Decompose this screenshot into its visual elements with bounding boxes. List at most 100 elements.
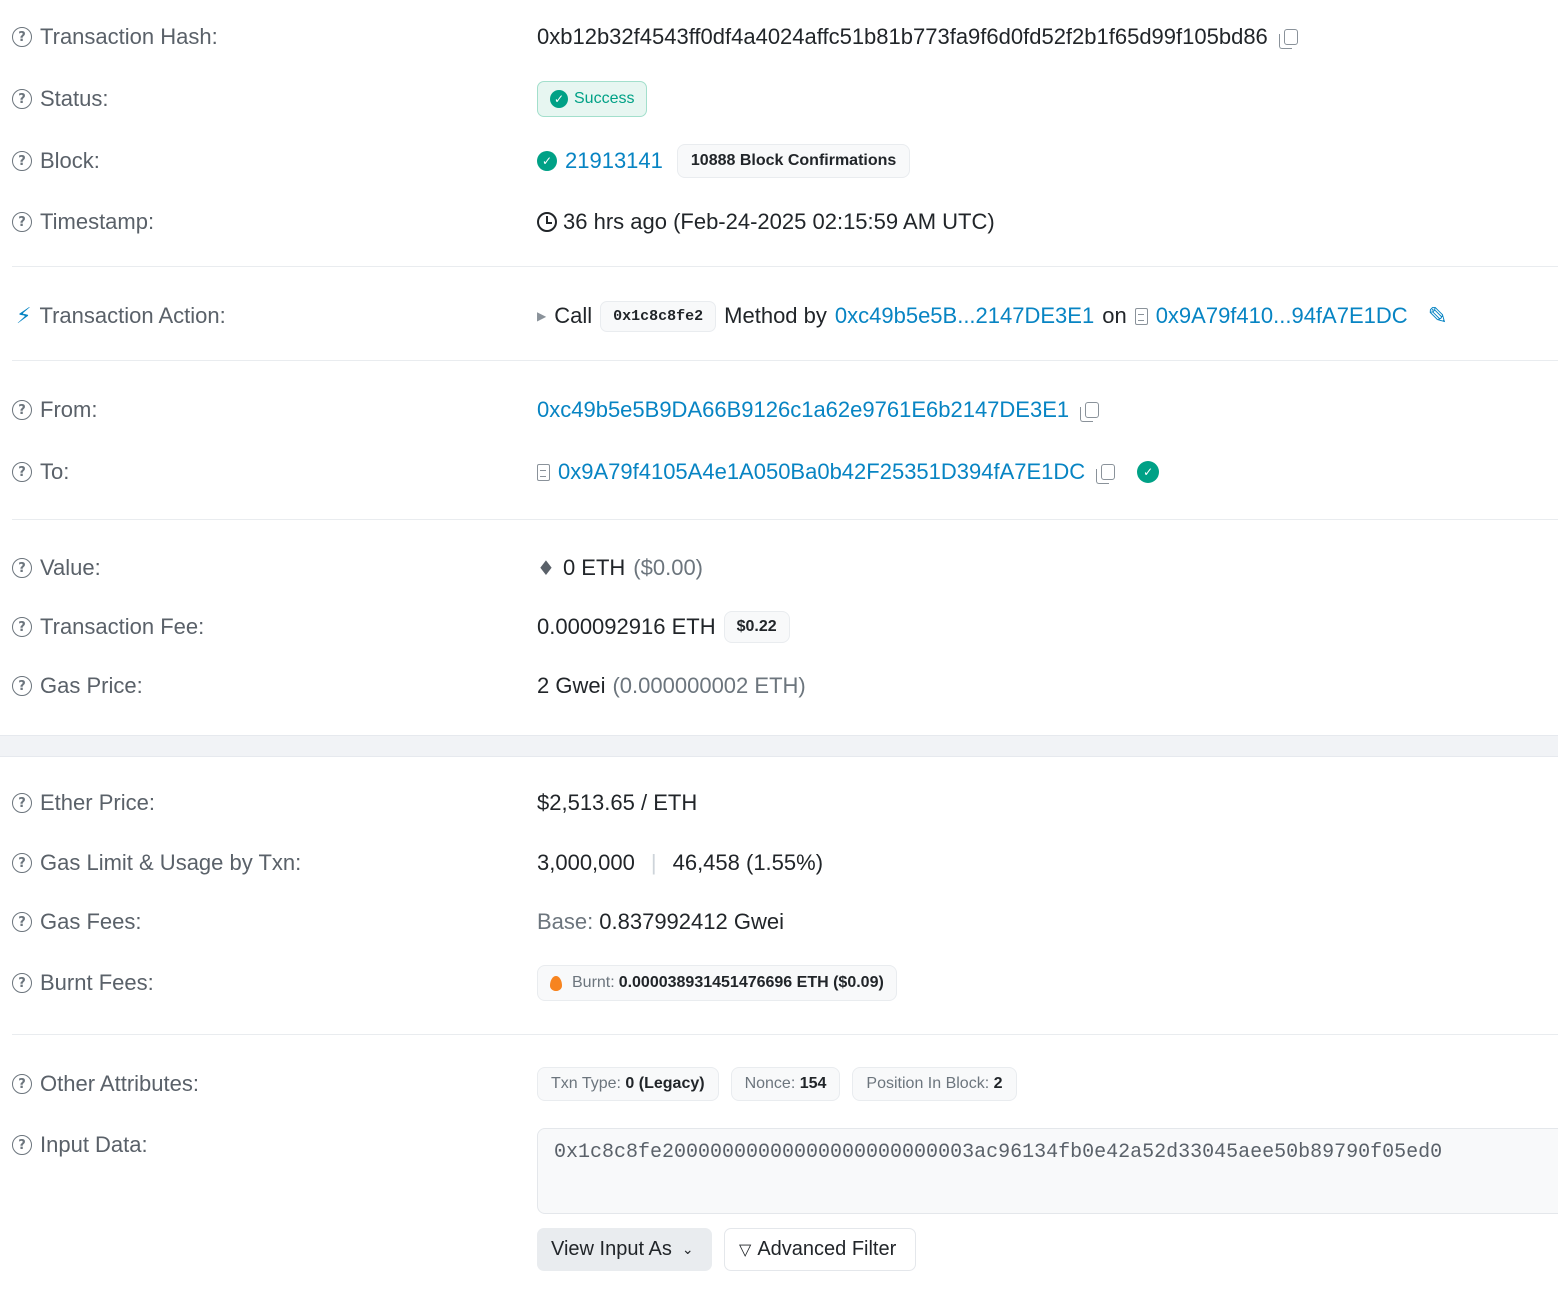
divider bbox=[12, 360, 1558, 361]
label-transaction-hash: Transaction Hash: bbox=[40, 24, 218, 49]
row-transaction-action: ⚡ Transaction Action: ▶ Call 0x1c8c8fe2 … bbox=[0, 295, 1558, 337]
view-input-as-button[interactable]: View Input As ⌄ bbox=[537, 1228, 712, 1271]
check-circle-icon: ✓ bbox=[537, 151, 557, 171]
copy-icon[interactable] bbox=[1096, 464, 1116, 484]
help-icon[interactable]: ? bbox=[12, 853, 32, 873]
nonce-label: Nonce: bbox=[744, 1075, 796, 1092]
label-gas-price: Gas Price: bbox=[40, 673, 143, 698]
gas-limit-value: 3,000,000 bbox=[537, 850, 635, 875]
help-icon[interactable]: ? bbox=[12, 151, 32, 171]
from-address-link[interactable]: 0xc49b5e5B9DA66B9126c1a62e9761E6b2147DE3… bbox=[537, 397, 1069, 423]
help-icon[interactable]: ? bbox=[12, 1074, 32, 1094]
view-input-as-label: View Input As bbox=[551, 1238, 672, 1260]
action-on: on bbox=[1102, 303, 1127, 328]
row-from: ? From: 0xc49b5e5B9DA66B9126c1a62e9761E6b… bbox=[0, 390, 1558, 430]
help-icon[interactable]: ? bbox=[12, 27, 32, 47]
row-to: ? To: 0x9A79f4105A4e1A050Ba0b42F25351D394… bbox=[0, 452, 1558, 492]
copy-icon[interactable] bbox=[1080, 402, 1100, 422]
gas-price-eth: (0.000000002 ETH) bbox=[612, 673, 806, 698]
ether-price-value: $2,513.65 / ETH bbox=[537, 790, 698, 815]
label-ether-price: Ether Price: bbox=[40, 790, 155, 815]
action-from-link[interactable]: 0xc49b5e5B...2147DE3E1 bbox=[835, 303, 1094, 329]
timestamp-value: 36 hrs ago (Feb-24-2025 02:15:59 AM UTC) bbox=[563, 209, 995, 234]
help-icon[interactable]: ? bbox=[12, 400, 32, 420]
block-number-link[interactable]: 21913141 bbox=[565, 148, 663, 174]
lightning-icon: ⚡ bbox=[16, 303, 32, 329]
row-timestamp: ? Timestamp: 36 hrs ago (Feb-24-2025 02:1… bbox=[0, 202, 1558, 242]
gas-price-gwei: 2 Gwei bbox=[537, 673, 606, 698]
action-method-by: Method by bbox=[724, 303, 827, 328]
help-icon[interactable]: ? bbox=[12, 89, 32, 109]
row-status: ? Status: ✓ Success bbox=[0, 78, 1558, 120]
label-burnt-fees: Burnt Fees: bbox=[40, 970, 154, 995]
row-transaction-hash: ? Transaction Hash: 0xb12b32f4543ff0df4a4… bbox=[0, 18, 1558, 56]
clock-icon bbox=[537, 212, 557, 232]
label-transaction-fee: Transaction Fee: bbox=[40, 614, 205, 639]
help-icon[interactable]: ? bbox=[12, 617, 32, 637]
label-block: Block: bbox=[40, 148, 100, 173]
advanced-filter-button[interactable]: ▽ Advanced Filter bbox=[724, 1228, 916, 1271]
contract-file-icon bbox=[537, 463, 550, 481]
fire-icon bbox=[550, 975, 562, 991]
label-input-data: Input Data: bbox=[40, 1132, 148, 1157]
position-value: 2 bbox=[993, 1075, 1003, 1092]
action-to-link[interactable]: 0x9A79f410...94fA7E1DC bbox=[1156, 303, 1408, 329]
contract-file-icon bbox=[1134, 307, 1148, 325]
row-burnt-fees: ? Burnt Fees: Burnt: 0.000038931451476696… bbox=[0, 962, 1558, 1004]
divider bbox=[12, 519, 1558, 520]
verified-check-icon: ✓ bbox=[1137, 461, 1160, 483]
help-icon[interactable]: ? bbox=[12, 973, 32, 993]
input-data-textarea[interactable]: 0x1c8c8fe20000000000000000000000003ac961… bbox=[537, 1128, 1558, 1214]
ethereum-icon: ♦ bbox=[537, 556, 555, 580]
help-icon[interactable]: ? bbox=[12, 212, 32, 232]
help-icon[interactable]: ? bbox=[12, 462, 32, 482]
burnt-value: 0.000038931451476696 ETH ($0.09) bbox=[618, 974, 884, 991]
fee-usd-badge: $0.22 bbox=[723, 611, 790, 643]
label-status: Status: bbox=[40, 86, 109, 111]
gas-usage-value: 46,458 (1.55%) bbox=[672, 850, 824, 875]
label-from: From: bbox=[40, 397, 98, 422]
filter-icon: ▽ bbox=[739, 1240, 752, 1259]
txn-type-value: 0 (Legacy) bbox=[625, 1075, 705, 1092]
divider bbox=[12, 266, 1558, 267]
copy-icon[interactable] bbox=[1278, 29, 1298, 49]
gas-fees-base-value: 0.837992412 Gwei bbox=[599, 909, 784, 934]
label-other-attributes: Other Attributes: bbox=[40, 1071, 199, 1096]
section-divider bbox=[0, 735, 1558, 757]
help-icon[interactable]: ? bbox=[12, 676, 32, 696]
txn-type-badge: Txn Type: 0 (Legacy) bbox=[537, 1067, 719, 1101]
label-gas-limit: Gas Limit & Usage by Txn: bbox=[40, 850, 302, 875]
nonce-badge: Nonce: 154 bbox=[730, 1067, 841, 1101]
row-ether-price: ? Ether Price: $2,513.65 / ETH bbox=[0, 783, 1558, 823]
separator: | bbox=[650, 850, 657, 875]
value-usd: ($0.00) bbox=[633, 555, 704, 580]
divider bbox=[12, 1034, 1558, 1035]
help-icon[interactable]: ? bbox=[12, 1135, 32, 1155]
help-icon[interactable]: ? bbox=[12, 558, 32, 578]
row-other-attributes: ? Other Attributes: Txn Type: 0 (Legacy) … bbox=[0, 1063, 1558, 1105]
label-value: Value: bbox=[40, 555, 101, 580]
position-label: Position In Block: bbox=[866, 1075, 990, 1092]
label-timestamp: Timestamp: bbox=[40, 209, 155, 234]
label-gas-fees: Gas Fees: bbox=[40, 909, 142, 934]
row-value: ? Value: ♦ 0 ETH ($0.00) bbox=[0, 548, 1558, 588]
help-icon[interactable]: ? bbox=[12, 793, 32, 813]
status-text: Success bbox=[574, 90, 635, 107]
burnt-label: Burnt: bbox=[572, 974, 615, 991]
caret-right-icon[interactable]: ▶ bbox=[537, 309, 546, 323]
block-confirmations-badge: 10888 Block Confirmations bbox=[676, 144, 911, 178]
value-eth: 0 ETH bbox=[562, 555, 626, 580]
to-address-link[interactable]: 0x9A79f4105A4e1A050Ba0b42F25351D394fA7E1… bbox=[558, 459, 1085, 485]
txn-type-label: Txn Type: bbox=[551, 1075, 621, 1092]
help-icon[interactable]: ? bbox=[12, 912, 32, 932]
nonce-value: 154 bbox=[799, 1075, 827, 1092]
pencil-icon[interactable]: ✎ bbox=[1428, 302, 1448, 330]
chevron-down-icon: ⌄ bbox=[681, 1241, 694, 1257]
row-gas-fees: ? Gas Fees: Base: 0.837992412 Gwei bbox=[0, 902, 1558, 942]
row-gas-limit: ? Gas Limit & Usage by Txn: 3,000,000 | 4… bbox=[0, 843, 1558, 883]
status-badge: ✓ Success bbox=[537, 81, 648, 117]
transaction-hash-value: 0xb12b32f4543ff0df4a4024affc51b81b773fa9… bbox=[537, 24, 1268, 49]
row-gas-price: ? Gas Price: 2 Gwei (0.000000002 ETH) bbox=[0, 666, 1558, 706]
action-call: Call bbox=[554, 303, 593, 328]
position-badge: Position In Block: 2 bbox=[852, 1067, 1017, 1101]
